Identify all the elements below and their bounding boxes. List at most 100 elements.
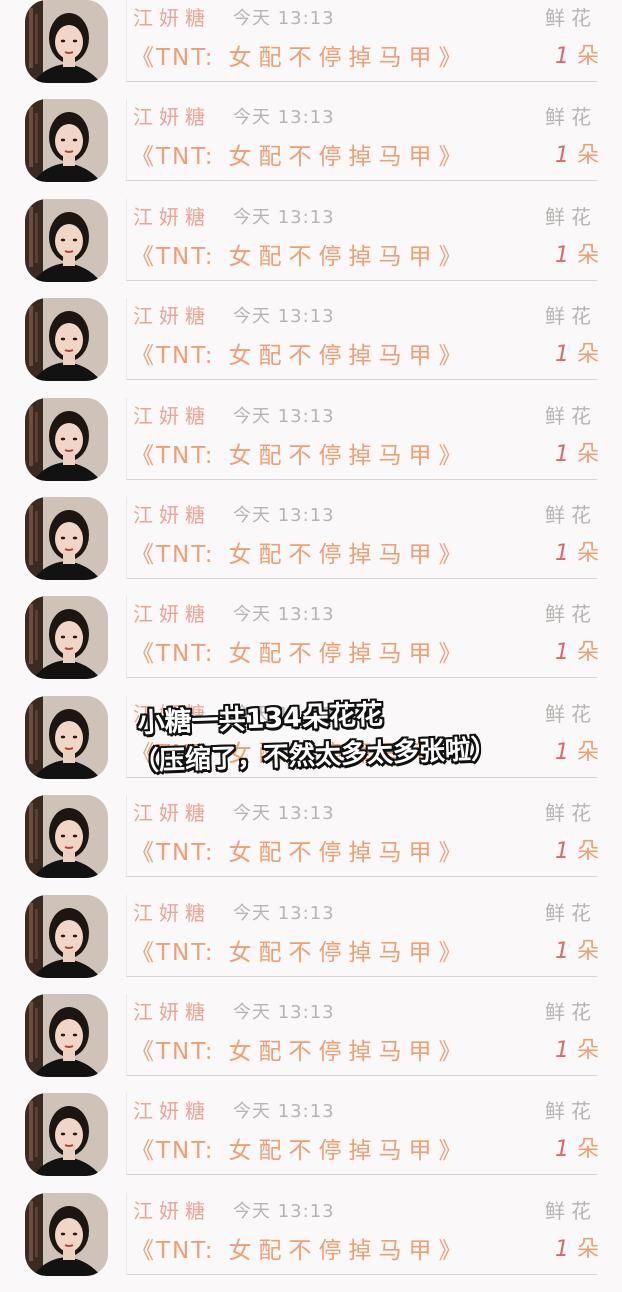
gift-count: 1朵 [555, 137, 599, 169]
avatar [25, 0, 108, 83]
list-item[interactable]: 江妍糖 今天 13:13 鲜花 《TNT: 女配不停掉马甲》 1 朵 [0, 795, 622, 894]
book-title-prefix: 《TNT: [131, 144, 215, 171]
avatar [25, 795, 108, 879]
book-title-prefix: 《TNT: [131, 1138, 215, 1165]
avatar [25, 596, 108, 680]
avatar [25, 497, 108, 580]
timestamp: 今天 13:13 [233, 405, 335, 427]
book-title-prefix: 《TNT: [131, 840, 215, 867]
gift-type: 鲜花 [545, 1099, 597, 1124]
gift-count-unit: 朵 [577, 640, 600, 666]
book-title-prefix: 《TNT: [131, 542, 215, 568]
book-title: 《TNT: 女配不停掉马甲》 [131, 634, 469, 668]
book-title: 《TNT: 女配不停掉马甲》 [131, 436, 469, 470]
sender-name: 江妍糖 [133, 403, 211, 428]
gift-count-number: 1 [555, 44, 569, 69]
book-title-name: 女配不停掉马甲》 [228, 641, 469, 668]
gift-count-unit: 朵 [577, 1137, 600, 1163]
sender-name: 江妍糖 [133, 1099, 211, 1124]
book-title-name: 女配不停掉马甲》 [228, 144, 469, 171]
gift-count-number: 1 [555, 441, 569, 467]
timestamp: 今天 13:13 [233, 206, 335, 228]
book-title-prefix: 《TNT: [131, 343, 215, 370]
timestamp: 今天 13:13 [233, 505, 335, 526]
gift-type: 鲜花 [545, 1198, 597, 1223]
user-photo-avatar-icon [25, 0, 108, 83]
gift-type: 鲜花 [545, 6, 597, 30]
list-item[interactable]: 江妍糖 今天 13:13 鲜花 《TNT: 女配不停掉马甲》 1 朵 [0, 596, 622, 695]
record-cell: 江妍糖 今天 13:13 鲜花 《TNT: 女配不停掉马甲》 1 朵 [126, 894, 599, 977]
book-title-name: 女配不停掉马甲》 [228, 542, 469, 568]
gift-count-unit: 朵 [577, 342, 600, 368]
record-cell: 江妍糖 今天 13:13 鲜花 《TNT: 女配不停掉马甲》 1 朵 [126, 994, 599, 1076]
gift-count-unit: 朵 [577, 441, 600, 467]
user-photo-avatar-icon [25, 99, 108, 183]
book-title-name: 女配不停掉马甲》 [228, 1039, 469, 1065]
sender-name: 江妍糖 [133, 602, 211, 627]
book-title-name: 女配不停掉马甲》 [228, 1237, 469, 1264]
list-item[interactable]: 江妍糖 今天 13:13 鲜花《TNT: 女配不停掉马甲》 1 朵 [0, 1093, 622, 1192]
list-item[interactable]: 江妍糖 今天 13:13 鲜花《TNT: 女配不停掉马甲》 1 朵 [0, 99, 622, 198]
gift-count-number: 1 [555, 1236, 569, 1262]
timestamp: 今天 13:13 [233, 1002, 335, 1023]
book-title: 《TNT: 女配不停掉马甲》 [131, 1131, 469, 1165]
book-title-prefix: 《TNT: [131, 1039, 215, 1065]
sender-name: 江妍糖 [133, 1198, 211, 1223]
book-title: 《TNT: 女配不停掉马甲》 [131, 1032, 469, 1066]
timestamp: 今天 13:13 [233, 902, 335, 924]
gift-type: 鲜花 [545, 801, 597, 826]
gift-type: 鲜花 [545, 602, 597, 627]
gift-type: 鲜花 [545, 503, 597, 527]
sender-name: 江妍糖 [133, 6, 211, 30]
avatar [25, 1192, 108, 1276]
book-title-prefix: 《TNT: [131, 243, 215, 270]
gift-count-unit: 朵 [577, 44, 600, 69]
list-item[interactable]: 江妍糖 今天 13:13 鲜花 《TNT: 女配不停掉马甲》 1 朵 [0, 994, 622, 1093]
gift-type: 鲜花 [545, 105, 597, 130]
sender-name: 江妍糖 [133, 304, 211, 329]
list-item[interactable]: 江妍糖 今天 13:13 鲜花 《TNT: 女配不停掉马甲》 1 朵 [0, 1192, 622, 1292]
gift-count-unit: 朵 [577, 242, 600, 268]
gift-count: 1朵 [555, 933, 599, 965]
avatar [25, 99, 108, 183]
book-title-name: 女配不停掉马甲》 [228, 840, 469, 867]
list-item[interactable]: 江妍糖 今天 13:13 鲜花 《TNT: 女配不停掉马甲》 1 朵 [0, 497, 622, 596]
book-title: 《TNT: 女配不停掉马甲》 [131, 833, 469, 867]
gift-count-number: 1 [555, 640, 569, 666]
book-title-name: 女配不停掉马甲》 [228, 442, 469, 469]
record-cell: 江妍糖 今天 13:13 鲜花 《TNT: 女配不停掉马甲》 1 朵 [126, 1192, 600, 1275]
gift-count-unit: 朵 [577, 1236, 600, 1262]
timestamp: 今天 13:13 [233, 107, 335, 129]
record-cell: 江妍糖 今天 13:13 鲜花 《TNT: 女配不停掉马甲》 1 朵 [126, 795, 599, 878]
list-item[interactable]: 江妍糖 今天 13:13 鲜花 《TNT: 女配不停掉马甲》 1 朵 [0, 894, 622, 994]
gift-type: 鲜花 [545, 403, 597, 428]
book-title-prefix: 《TNT: [131, 641, 215, 668]
user-photo-avatar-icon [25, 596, 108, 680]
record-cell: 江妍糖 今天 13:13 鲜花 《TNT: 女配不停掉马甲》 1 朵 [126, 198, 599, 281]
gift-count: 1朵 [555, 436, 599, 468]
gift-count-number: 1 [555, 1137, 569, 1163]
timestamp: 今天 13:13 [233, 1101, 335, 1123]
sender-name: 江妍糖 [133, 204, 211, 229]
gift-count-unit: 朵 [577, 143, 600, 169]
list-item[interactable]: 江妍糖 今天 13:13 鲜花 《TNT: 女配不停掉马甲》 1 朵 [0, 298, 622, 397]
gift-type: 鲜花 [545, 304, 597, 329]
record-cell: 江妍糖 今天 13:13 鲜花《TNT: 女配不停掉马甲》 1 朵 [126, 1093, 599, 1176]
user-photo-avatar-icon [25, 1192, 108, 1276]
gift-count-number: 1 [555, 342, 569, 368]
list-item[interactable]: 江妍糖 今天 13:13 鲜花 《TNT: 女配不停掉马甲》 1 朵 [0, 0, 622, 99]
record-cell: 江妍糖 今天 13:13 鲜花《TNT: 女配不停掉马甲》 1 朵 [126, 397, 599, 480]
gift-count-unit: 朵 [577, 938, 600, 964]
avatar [25, 298, 108, 382]
user-photo-avatar-icon [25, 795, 108, 879]
book-title: 《TNT: 女配不停掉马甲》 [131, 933, 469, 967]
list-item[interactable]: 江妍糖 今天 13:13 鲜花 《TNT: 女配不停掉马甲》 1 朵 [0, 198, 622, 298]
sender-name: 江妍糖 [133, 105, 211, 130]
book-title-name: 女配不停掉马甲》 [228, 243, 469, 270]
book-title-prefix: 《TNT: [131, 442, 215, 469]
gift-count: 1朵 [555, 1131, 599, 1163]
avatar [25, 1093, 108, 1177]
list-item[interactable]: 江妍糖 今天 13:13 鲜花《TNT: 女配不停掉马甲》 1 朵 [0, 397, 622, 497]
gift-type: 鲜花 [545, 900, 597, 925]
gift-count: 1朵 [555, 237, 599, 269]
